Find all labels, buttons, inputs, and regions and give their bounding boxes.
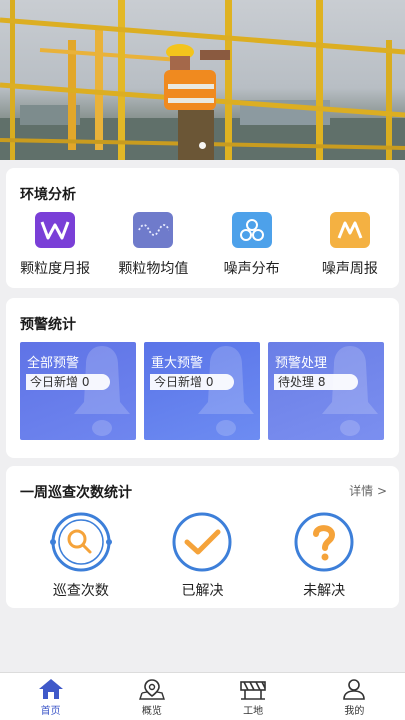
env-analysis-card: 环境分析 颗粒度月报 颗粒物均值 噪声分布 噪声周报 (6, 168, 399, 288)
env-item-label: 噪声分布 (223, 261, 280, 277)
search-circle-icon (49, 512, 112, 572)
warning-tile-all[interactable]: 全部预警 今日新增 0 (20, 342, 136, 440)
carousel-dots (0, 142, 405, 149)
env-analysis-title: 环境分析 (20, 187, 76, 203)
home-icon (38, 679, 63, 699)
weekly-patrol-title: 一周巡查次数统计 (20, 485, 132, 501)
check-icon (172, 512, 232, 572)
warning-tiles: 全部预警 今日新增 0 重大预警 今日新增 0 预警处理 待处理 8 (20, 342, 384, 440)
tab-mine[interactable]: 我的 (304, 673, 405, 720)
env-item-particle-average[interactable]: 颗粒物均值 (104, 212, 202, 278)
tab-label: 工地 (243, 706, 264, 717)
patrol-item-unresolved[interactable]: 未解决 (274, 510, 374, 600)
env-item-particle-monthly[interactable]: 颗粒度月报 (6, 212, 104, 278)
map-pin-icon (138, 679, 165, 700)
warning-tile-name: 全部预警 (27, 356, 80, 371)
warning-tile-name: 重大预警 (151, 356, 204, 371)
tab-overview[interactable]: 概览 (101, 673, 202, 720)
env-item-noise-distribution[interactable]: 噪声分布 (203, 212, 301, 278)
tab-home[interactable]: 首页 (0, 673, 101, 720)
carousel-dot-active[interactable] (199, 142, 206, 149)
warning-stats-card: 预警统计 全部预警 今日新增 0 重大预警 今日新增 0 预警处理 待处理 8 (6, 298, 399, 458)
details-link[interactable]: 详情 > (349, 482, 387, 499)
patrol-item-resolved[interactable]: 已解决 (152, 510, 252, 600)
m-icon (329, 212, 370, 248)
wave-icon (133, 212, 174, 248)
env-item-noise-weekly[interactable]: 噪声周报 (301, 212, 399, 278)
patrol-item-label: 巡查次数 (52, 583, 109, 599)
env-analysis-grid: 颗粒度月报 颗粒物均值 噪声分布 噪声周报 (6, 212, 399, 278)
env-item-label: 颗粒物均值 (118, 261, 189, 277)
warning-tile-count: 今日新增 0 (150, 374, 234, 390)
warning-tile-count: 今日新增 0 (26, 374, 110, 390)
warning-tile-major[interactable]: 重大预警 今日新增 0 (144, 342, 260, 440)
w-icon (35, 212, 76, 248)
user-icon (343, 679, 366, 700)
patrol-item-label: 已解决 (181, 583, 224, 599)
warning-tile-handle[interactable]: 预警处理 待处理 8 (268, 342, 384, 440)
patrol-item-label: 未解决 (303, 583, 346, 599)
warning-stats-title: 预警统计 (20, 317, 76, 333)
question-icon (294, 512, 354, 572)
banner-carousel[interactable] (0, 0, 405, 160)
construction-worker-banner-image (0, 0, 405, 160)
tab-label: 首页 (40, 706, 61, 717)
warning-tile-name: 预警处理 (275, 356, 328, 371)
patrol-item-count[interactable]: 巡查次数 (31, 510, 131, 600)
warning-tile-count: 待处理 8 (274, 374, 358, 390)
patrol-grid: 巡查次数 已解决 未解决 (6, 510, 399, 600)
env-item-label: 颗粒度月报 (20, 261, 91, 277)
tab-label: 我的 (344, 706, 365, 717)
tab-label: 概览 (141, 706, 162, 717)
env-item-label: 噪声周报 (321, 261, 378, 277)
weekly-patrol-card: 一周巡查次数统计 详情 > 巡查次数 已解决 未解决 (6, 466, 399, 608)
tab-site[interactable]: 工地 (203, 673, 304, 720)
barrier-icon (240, 681, 266, 700)
hexagon-cluster-icon (231, 212, 272, 248)
bottom-tab-bar: 首页 概览 工地 我的 (0, 672, 405, 720)
